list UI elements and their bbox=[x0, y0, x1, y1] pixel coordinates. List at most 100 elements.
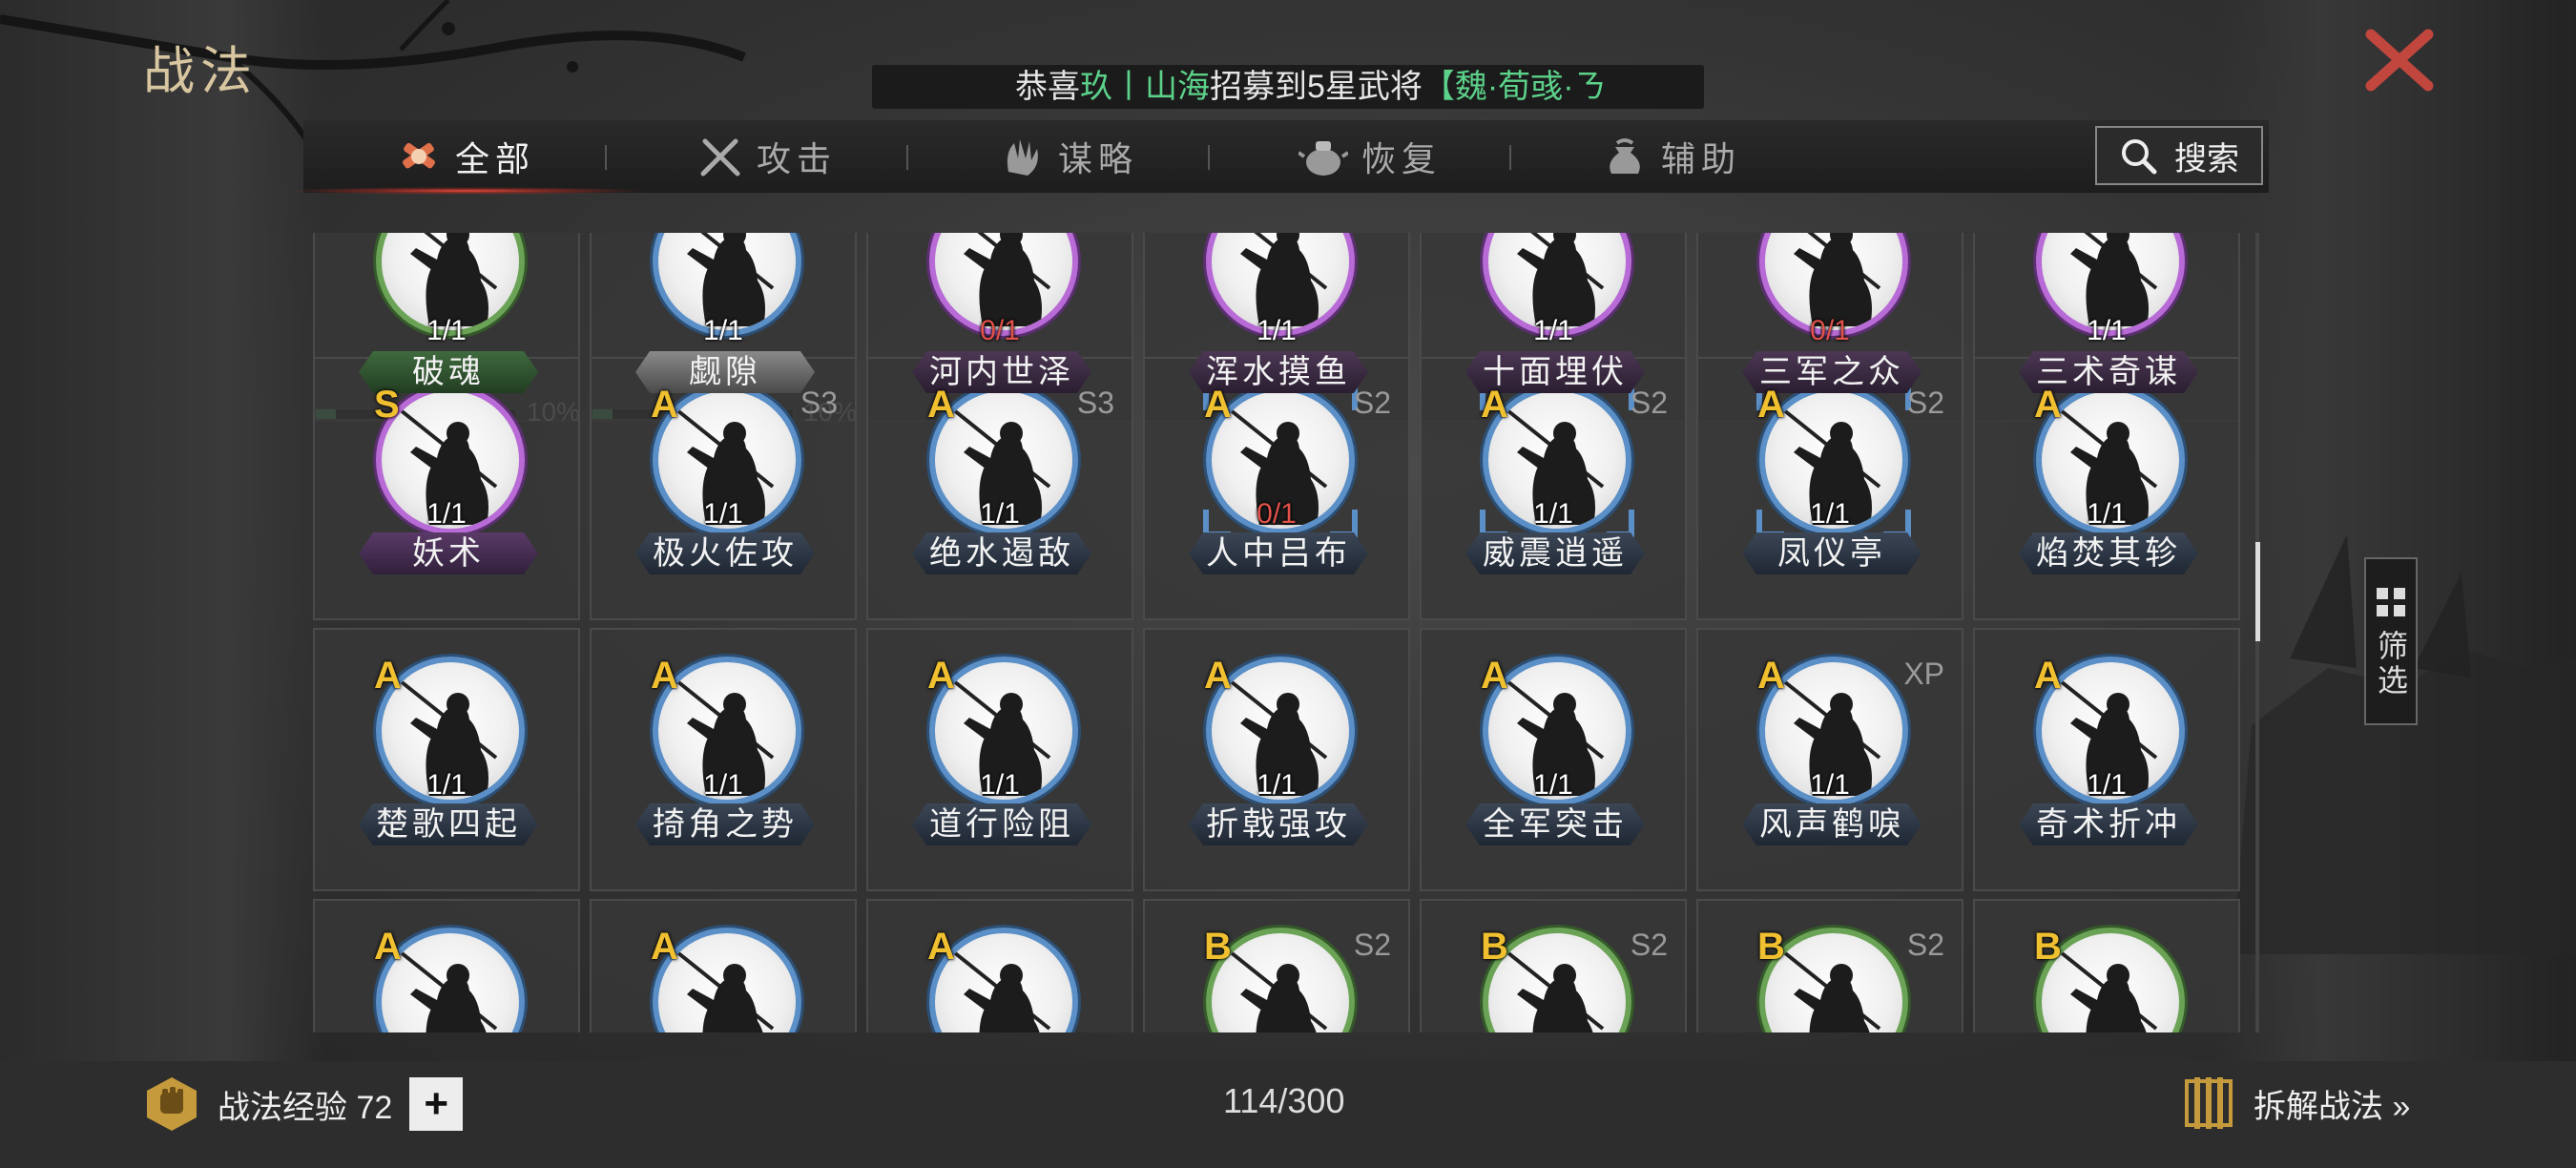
skill-grade-badge: A bbox=[651, 655, 678, 697]
filter-label: 筛选 bbox=[2374, 630, 2408, 699]
skill-card[interactable]: A S2 0/1 人中吕布 bbox=[1143, 357, 1410, 620]
skill-season-tag: S2 bbox=[1630, 928, 1668, 962]
skill-count: 1/1 bbox=[426, 498, 467, 530]
skill-name-plate: 威震逍遥 bbox=[1465, 532, 1645, 574]
skill-grade-badge: A bbox=[651, 384, 678, 426]
tab-label: 攻击 bbox=[756, 139, 837, 178]
tab-label: 全部 bbox=[454, 139, 535, 178]
tab-label: 辅助 bbox=[1660, 139, 1741, 178]
add-exp-button[interactable]: + bbox=[409, 1077, 464, 1131]
dismantle-label: 拆解战法 » bbox=[2254, 1088, 2411, 1125]
skill-grade-badge: A bbox=[1204, 384, 1232, 426]
search-label: 搜索 bbox=[2174, 140, 2239, 177]
tab-label: 谋略 bbox=[1057, 139, 1138, 178]
page-title: 战法 bbox=[143, 41, 258, 101]
skill-count: 1/1 bbox=[1533, 498, 1573, 530]
skill-card[interactable]: A bbox=[866, 899, 1133, 1032]
close-icon[interactable] bbox=[2361, 27, 2438, 94]
skill-name-plate: 极火佐攻 bbox=[635, 532, 815, 574]
tab-all[interactable]: 全部 bbox=[284, 120, 647, 195]
skill-count: 1/1 bbox=[1257, 769, 1297, 801]
skill-grade-badge: B bbox=[1757, 926, 1785, 968]
skill-name-plate: 奇术折冲 bbox=[2019, 803, 2198, 845]
skill-count: 1/1 bbox=[703, 315, 743, 346]
skill-card[interactable]: B S2 bbox=[1420, 899, 1687, 1032]
skill-grade-badge: A bbox=[927, 384, 955, 426]
skill-card[interactable]: A S2 1/1 凤仪亭 bbox=[1696, 357, 1963, 620]
tab-divider bbox=[1509, 145, 1511, 170]
skill-season-tag: S2 bbox=[1353, 928, 1391, 962]
tab-strategy[interactable]: 谋略 bbox=[925, 120, 1212, 193]
filter-button[interactable]: 筛选 bbox=[2364, 557, 2418, 725]
skill-grade-badge: A bbox=[927, 926, 955, 968]
search-button[interactable]: 搜索 bbox=[2095, 126, 2263, 185]
skill-name-plate: 绝水遏敌 bbox=[912, 532, 1091, 574]
skill-grade-badge: A bbox=[2034, 655, 2062, 697]
skill-card[interactable]: B S2 bbox=[1696, 899, 1963, 1032]
skill-card[interactable]: A bbox=[313, 899, 580, 1032]
skill-name-plate: 人中吕布 bbox=[1189, 532, 1368, 574]
ticker-middle: 招募到5星武将 bbox=[1210, 69, 1423, 105]
skill-grade-badge: A bbox=[927, 655, 955, 697]
skill-card[interactable]: A bbox=[590, 899, 857, 1032]
tab-divider bbox=[906, 145, 908, 170]
skill-card[interactable]: S 1/1 妖术 bbox=[313, 357, 580, 620]
skill-season-tag: S3 bbox=[1076, 386, 1114, 420]
skill-card[interactable]: A 1/1 奇术折冲 bbox=[1973, 628, 2240, 891]
skill-count: 1/1 bbox=[2087, 498, 2127, 530]
recruit-announcement-ticker: 恭喜玖丨山海招募到5星武将【魏·荀彧·ㄋ bbox=[872, 65, 1704, 109]
hand-scheme-icon bbox=[1007, 139, 1038, 176]
skill-name-plate: 风声鹤唳 bbox=[1742, 803, 1922, 845]
skill-card[interactable]: A S2 1/1 威震逍遥 bbox=[1420, 357, 1687, 620]
skill-count: 1/1 bbox=[2087, 315, 2127, 346]
tab-support[interactable]: 辅助 bbox=[1528, 120, 1815, 193]
ticker-prefix: 恭喜 bbox=[1015, 69, 1080, 105]
skill-count: 1/1 bbox=[703, 769, 743, 801]
ticker-player-name: 玖丨山海 bbox=[1080, 69, 1210, 105]
crossed-swords-icon bbox=[700, 138, 740, 177]
skill-grade-badge: S bbox=[374, 384, 400, 426]
skill-grade-badge: B bbox=[1204, 926, 1232, 968]
skill-grade-badge: A bbox=[2034, 384, 2062, 426]
skill-card[interactable]: A 1/1 道行险阻 bbox=[866, 628, 1133, 891]
skill-count: 1/1 bbox=[1533, 315, 1573, 346]
skill-grade-badge: A bbox=[1757, 384, 1785, 426]
skill-count: 0/1 bbox=[980, 315, 1020, 346]
skill-count: 1/1 bbox=[426, 315, 467, 346]
dismantle-skills-button[interactable]: 拆解战法 » bbox=[2179, 1074, 2410, 1133]
skill-card[interactable]: A 1/1 楚歌四起 bbox=[313, 628, 580, 891]
skill-name-plate: 凤仪亭 bbox=[1742, 532, 1922, 574]
tab-attack[interactable]: 攻击 bbox=[624, 120, 910, 193]
skill-name-plate: 妖术 bbox=[359, 532, 538, 574]
skill-card[interactable]: A 1/1 全军突击 bbox=[1420, 628, 1687, 891]
tab-recovery[interactable]: 恢复 bbox=[1227, 120, 1513, 193]
skill-grade-badge: A bbox=[1481, 655, 1508, 697]
skill-count: 1/1 bbox=[2087, 769, 2127, 801]
tab-divider bbox=[605, 145, 607, 170]
skill-grid: 1/1破魂10%1/1觑隙10%0/1河内世泽1/1浑水摸鱼1/1十面埋伏0/1… bbox=[313, 233, 2246, 1032]
skill-card[interactable]: A 1/1 掎角之势 bbox=[590, 628, 857, 891]
skill-season-tag: XP bbox=[1903, 657, 1944, 691]
skill-grade-badge: A bbox=[374, 655, 402, 697]
scrollbar-thumb[interactable] bbox=[2255, 542, 2260, 641]
skill-grade-badge: A bbox=[651, 926, 678, 968]
search-icon bbox=[2122, 139, 2157, 175]
skill-grade-badge: A bbox=[1204, 655, 1232, 697]
skill-season-tag: S2 bbox=[1906, 386, 1944, 420]
skill-card[interactable]: B bbox=[1973, 899, 2240, 1032]
skill-card[interactable]: A S3 1/1 绝水遏敌 bbox=[866, 357, 1133, 620]
skill-card[interactable]: A S3 1/1 极火佐攻 bbox=[590, 357, 857, 620]
skill-name-plate: 掎角之势 bbox=[635, 803, 815, 845]
skill-count: 1/1 bbox=[980, 498, 1020, 530]
skill-count: 0/1 bbox=[1257, 498, 1297, 530]
skill-card[interactable]: A XP 1/1 风声鹤唳 bbox=[1696, 628, 1963, 891]
skill-card[interactable]: B S2 bbox=[1143, 899, 1410, 1032]
skill-season-tag: S2 bbox=[1906, 928, 1944, 962]
tab-divider bbox=[1208, 145, 1210, 170]
skill-category-tabs: 全部 攻击 谋略 恢复 辅助 搜索 bbox=[284, 120, 2269, 195]
skill-card[interactable]: A 1/1 焰焚其轸 bbox=[1973, 357, 2240, 620]
skill-count: 0/1 bbox=[1810, 315, 1850, 346]
skill-grade-badge: A bbox=[1757, 655, 1785, 697]
scroll-bundle-icon bbox=[2185, 1077, 2233, 1129]
skill-card[interactable]: A 1/1 折戟强攻 bbox=[1143, 628, 1410, 891]
